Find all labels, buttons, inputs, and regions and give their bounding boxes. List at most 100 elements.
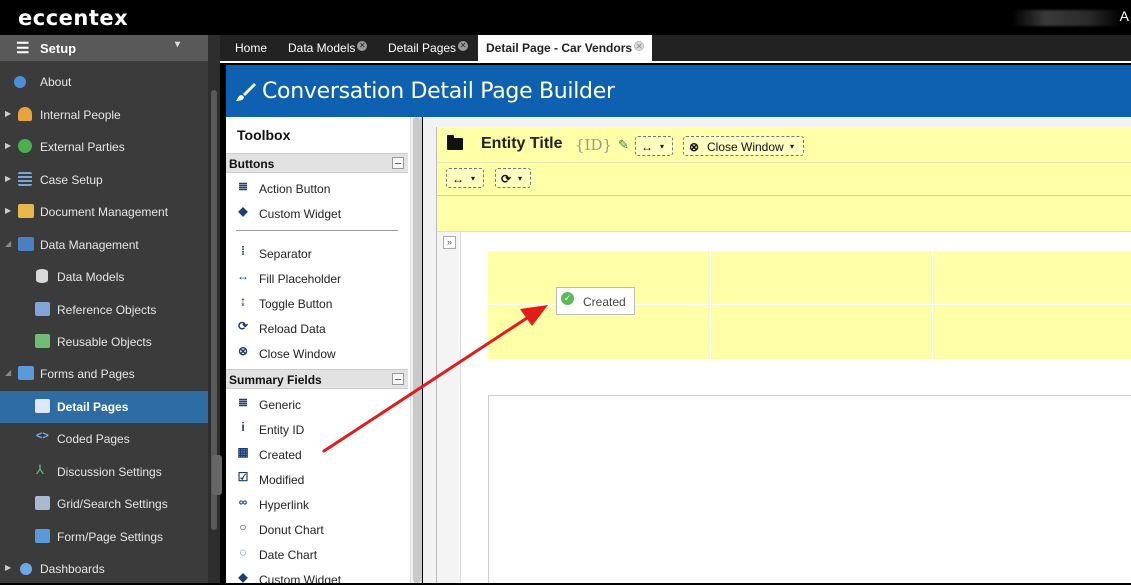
collapse-section-icon[interactable] <box>392 157 404 169</box>
entity-header-zone[interactable]: Entity Title {ID} ✎ ↔ ▾ ⊗ Close Window ▾ … <box>437 127 1131 232</box>
tool-custom-widget-summary[interactable]: ◆ Custom Widget <box>226 567 408 583</box>
tab-detail-page-car-vendors[interactable]: Detail Page - Car Vendors ✕ <box>478 35 653 63</box>
tab-detail-pages[interactable]: Detail Pages ✕ <box>388 41 469 55</box>
created-field-chip[interactable]: ✓ Created <box>556 287 635 315</box>
close-circle-icon: ⊗ <box>237 344 249 358</box>
tool-action-button[interactable]: ≣ Action Button <box>226 176 408 200</box>
sidebar-item-document-management[interactable]: ▶ Document Management <box>0 196 208 228</box>
tool-modified[interactable]: ☑ Modified <box>226 467 408 491</box>
sidebar-item-reference-objects[interactable]: Reference Objects <box>0 294 208 326</box>
close-window-button[interactable]: ⊗ Close Window ▾ <box>683 136 804 156</box>
fill-placeholder-dropdown[interactable]: ↔ ▾ <box>635 136 673 156</box>
tool-fill-placeholder[interactable]: ↔ Fill Placeholder <box>226 266 408 290</box>
tool-label: Toggle Button <box>259 297 333 311</box>
sidebar-scrollbar[interactable] <box>208 35 222 583</box>
sidebar-item-detail-pages[interactable]: Detail Pages <box>0 391 208 423</box>
tab-home[interactable]: Home <box>235 41 267 55</box>
sidebar-item-data-management[interactable]: ◢ Data Management <box>0 229 208 261</box>
pencil-icon[interactable]: ✎ <box>618 137 629 153</box>
setup-label: Setup <box>40 41 77 56</box>
sidebar-item-label: Case Setup <box>40 173 103 187</box>
sidebar-item-label: Document Management <box>40 205 169 219</box>
user-menu-fragment[interactable]: A <box>1120 8 1129 24</box>
tab-label: Home <box>235 41 268 55</box>
form-settings-icon <box>35 529 50 543</box>
close-tab-icon[interactable]: ✕ <box>357 41 368 51</box>
tool-hyperlink[interactable]: ∞ Hyperlink <box>226 492 408 516</box>
sidebar-item-reusable-objects[interactable]: Reusable Objects <box>0 326 208 358</box>
tab-label: Data Models <box>288 41 356 55</box>
caret-down-icon: ▾ <box>518 174 523 183</box>
entity-header-row: Entity Title {ID} ✎ ↔ ▾ ⊗ Close Window ▾ <box>437 127 1131 163</box>
setup-menu-header[interactable]: ☰ Setup ▾ <box>0 35 208 61</box>
grid-search-icon <box>35 496 50 510</box>
info-circle-icon <box>14 76 26 88</box>
sidebar-item-internal-people[interactable]: ▶ Internal People <box>0 99 208 131</box>
tool-created[interactable]: ▦ Created <box>226 442 408 466</box>
toggle-icon: ↨ <box>240 294 246 308</box>
tool-close-window[interactable]: ⊗ Close Window <box>226 341 408 365</box>
sidebar-item-dashboards[interactable]: ▶ Dashboards <box>0 553 208 585</box>
tool-custom-widget[interactable]: ◆ Custom Widget <box>226 201 408 225</box>
reload-data-dropdown[interactable]: ⟳ ▾ <box>495 168 531 188</box>
caret-down-icon: ▾ <box>660 142 665 151</box>
sidebar-item-label: Internal People <box>40 108 121 122</box>
content-dropzone[interactable] <box>488 395 1131 583</box>
tab-label: Detail Pages <box>388 41 457 55</box>
close-tab-icon[interactable]: ✕ <box>458 41 469 51</box>
tool-label: Hyperlink <box>259 498 310 512</box>
close-tab-icon[interactable]: ✕ <box>634 41 645 51</box>
tool-entity-id[interactable]: i Entity ID <box>226 417 408 441</box>
sidebar-item-label: Detail Pages <box>57 400 129 414</box>
tool-label: Custom Widget <box>259 573 342 583</box>
page-header: Conversation Detail Page Builder <box>226 65 1131 117</box>
tab-data-models[interactable]: Data Models ✕ <box>288 41 368 55</box>
collapse-section-icon[interactable] <box>392 373 404 385</box>
sidebar-item-grid-search-settings[interactable]: Grid/Search Settings <box>0 488 208 520</box>
expand-arrow-icon: ▶ <box>5 141 12 150</box>
app-logo[interactable]: eccentex <box>18 6 128 30</box>
tool-donut-chart[interactable]: ○ Donut Chart <box>226 517 408 541</box>
link-icon: ∞ <box>238 495 248 509</box>
fill-placeholder-dropdown-2[interactable]: ↔ ▾ <box>446 168 484 188</box>
sidebar-item-forms-and-pages[interactable]: ◢ Forms and Pages <box>0 358 208 390</box>
sidebar-item-about[interactable]: About <box>0 66 208 98</box>
database-icon: ≣ <box>237 395 249 409</box>
toolbox-scrollbar[interactable] <box>410 117 421 583</box>
sidebar-item-label: Dashboards <box>40 562 105 576</box>
sidebar-item-label: Grid/Search Settings <box>57 497 168 511</box>
arrows-h-icon: ↔ <box>237 269 249 283</box>
section-buttons[interactable]: Buttons <box>226 153 408 173</box>
tool-label: Date Chart <box>259 548 318 562</box>
builder-canvas: Entity Title {ID} ✎ ↔ ▾ ⊗ Close Window ▾ … <box>423 117 1131 583</box>
created-chip-label: Created <box>583 295 626 309</box>
folder-icon <box>447 135 463 150</box>
tool-generic[interactable]: ≣ Generic <box>226 392 408 416</box>
top-bar: eccentex A <box>0 0 1131 35</box>
sidebar-item-label: Discussion Settings <box>57 465 162 479</box>
toolbox-scroll-thumb[interactable] <box>413 117 421 583</box>
sidebar-item-form-page-settings[interactable]: Form/Page Settings <box>0 521 208 553</box>
globe-icon <box>18 139 32 153</box>
toolbox-divider <box>236 230 398 231</box>
sidebar-resize-handle[interactable] <box>212 455 222 495</box>
expand-panel-button[interactable]: » <box>443 236 456 249</box>
sidebar-item-external-parties[interactable]: ▶ External Parties <box>0 131 208 163</box>
entity-title[interactable]: Entity Title <box>481 135 563 153</box>
refresh-icon: ⟳ <box>501 172 512 186</box>
tool-date-chart[interactable]: ◌ Date Chart <box>226 542 408 566</box>
tool-separator[interactable]: ⁞ Separator <box>226 241 408 265</box>
sidebar-item-coded-pages[interactable]: <> Coded Pages <box>0 423 208 455</box>
section-summary-fields[interactable]: Summary Fields <box>226 369 408 389</box>
sidebar-item-case-setup[interactable]: ▶ Case Setup <box>0 164 208 196</box>
tool-label: Entity ID <box>259 423 305 437</box>
tool-toggle-button[interactable]: ↨ Toggle Button <box>226 291 408 315</box>
tool-reload-data[interactable]: ⟳ Reload Data <box>226 316 408 340</box>
database-icon: ≣ <box>237 179 249 193</box>
sidebar-item-data-models[interactable]: Data Models <box>0 261 208 293</box>
sidebar-item-label: Forms and Pages <box>40 367 135 381</box>
tool-label: Generic <box>259 398 302 412</box>
sidebar-item-discussion-settings[interactable]: ⅄ Discussion Settings <box>0 456 208 488</box>
sidebar-item-label: About <box>40 75 72 89</box>
database-icon <box>36 269 48 283</box>
